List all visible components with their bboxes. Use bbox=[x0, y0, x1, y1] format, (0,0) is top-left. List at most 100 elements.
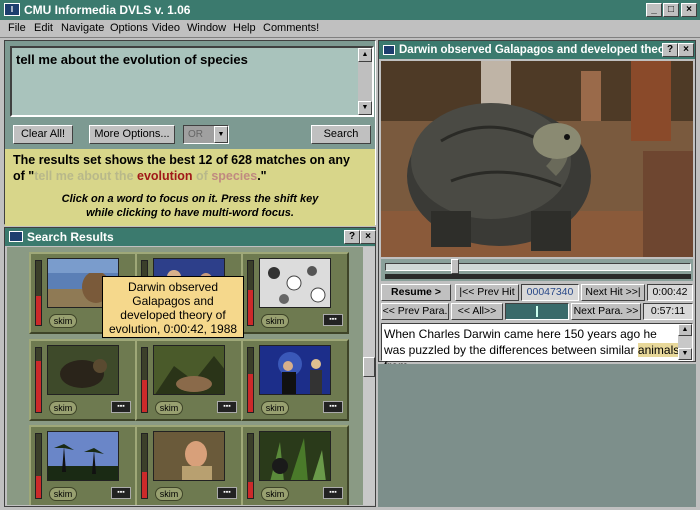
scroll-up-icon[interactable]: ▲ bbox=[358, 48, 372, 62]
playback-controls: Resume > |<< Prev Hit 00047340 Next Hit … bbox=[381, 284, 693, 301]
result-card[interactable]: skim ▪▪▪ bbox=[135, 339, 243, 421]
query-scrollbar[interactable]: ▲ ▼ bbox=[358, 48, 372, 115]
quote-open: of " bbox=[13, 169, 35, 183]
menu-comments[interactable]: Comments! bbox=[263, 22, 319, 34]
menu-window[interactable]: Window bbox=[187, 22, 226, 34]
menu-navigate[interactable]: Navigate bbox=[61, 22, 104, 34]
scroll-down-icon[interactable]: ▼ bbox=[358, 101, 372, 115]
menu-file[interactable]: File bbox=[8, 22, 26, 34]
skim-button[interactable]: skim bbox=[49, 401, 77, 415]
query-text: tell me about the evolution of species bbox=[16, 52, 248, 67]
query-word[interactable]: evolution bbox=[134, 169, 193, 183]
close-icon[interactable]: × bbox=[360, 230, 376, 244]
close-button[interactable]: × bbox=[681, 3, 697, 17]
result-thumbnail[interactable] bbox=[259, 431, 331, 481]
filmstrip-icon[interactable]: ▪▪▪ bbox=[323, 487, 343, 499]
transcript-before: When Charles Darwin came here 150 years … bbox=[384, 327, 657, 357]
skim-button[interactable]: skim bbox=[49, 314, 77, 328]
search-results-title-bar: Search Results ? × bbox=[5, 228, 376, 246]
minimize-button[interactable]: _ bbox=[646, 3, 662, 17]
clear-all-button[interactable]: Clear All! bbox=[13, 125, 73, 144]
prev-para-button[interactable]: << Prev Para. bbox=[381, 303, 449, 320]
transcript-scrollbar[interactable]: ▲ ▼ bbox=[678, 324, 692, 360]
result-card[interactable]: skim ▪▪▪ bbox=[241, 252, 349, 334]
operator-value: OR bbox=[188, 129, 203, 140]
menu-video[interactable]: Video bbox=[152, 22, 180, 34]
result-card[interactable]: skim ▪▪▪ bbox=[135, 425, 243, 505]
query-word[interactable]: of bbox=[193, 169, 208, 183]
result-thumbnail[interactable] bbox=[153, 431, 225, 481]
result-card[interactable]: skim ▪▪▪ bbox=[241, 425, 349, 505]
help-button[interactable]: ? bbox=[344, 230, 360, 244]
skim-button[interactable]: skim bbox=[155, 487, 183, 501]
filmstrip-icon[interactable]: ▪▪▪ bbox=[111, 401, 131, 413]
menu-help[interactable]: Help bbox=[233, 22, 256, 34]
filmstrip-icon[interactable]: ▪▪▪ bbox=[217, 401, 237, 413]
transcript-box[interactable]: When Charles Darwin came here 150 years … bbox=[381, 323, 693, 373]
close-icon[interactable]: × bbox=[678, 43, 694, 57]
search-button[interactable]: Search bbox=[311, 125, 371, 144]
timeline-track[interactable] bbox=[385, 263, 691, 271]
skim-button[interactable]: skim bbox=[261, 401, 289, 415]
video-timeline bbox=[381, 259, 693, 281]
skim-button[interactable]: skim bbox=[155, 401, 183, 415]
relevance-bar bbox=[247, 433, 254, 499]
operator-select[interactable]: OR ▼ bbox=[183, 125, 229, 144]
menu-edit[interactable]: Edit bbox=[34, 22, 53, 34]
scroll-up-icon[interactable]: ▲ bbox=[678, 324, 692, 336]
result-thumbnail[interactable] bbox=[259, 345, 331, 395]
video-frame[interactable] bbox=[381, 61, 693, 257]
hint-line-1: Click on a word to focus on it. Press th… bbox=[61, 193, 319, 205]
next-para-button[interactable]: Next Para. >> bbox=[571, 303, 641, 320]
filmstrip-icon[interactable]: ▪▪▪ bbox=[323, 314, 343, 326]
skim-button[interactable]: skim bbox=[261, 487, 289, 501]
filmstrip-icon[interactable]: ▪▪▪ bbox=[111, 487, 131, 499]
workspace-background bbox=[378, 364, 696, 507]
tooltip-line: Galapagos and bbox=[132, 294, 214, 308]
menu-bar: File Edit Navigate Options Video Window … bbox=[0, 20, 700, 38]
results-scrollbar[interactable] bbox=[363, 247, 375, 505]
prev-hit-button[interactable]: |<< Prev Hit bbox=[455, 284, 519, 301]
resume-button[interactable]: Resume > bbox=[381, 284, 451, 301]
result-thumbnail[interactable] bbox=[259, 258, 331, 308]
video-title: Darwin observed Galapagos and developed … bbox=[399, 44, 679, 56]
results-summary: The results set shows the best 12 of 628… bbox=[13, 153, 350, 167]
menu-options[interactable]: Options bbox=[110, 22, 148, 34]
chevron-down-icon[interactable]: ▼ bbox=[214, 126, 228, 143]
all-button[interactable]: << All>> bbox=[451, 303, 503, 320]
skim-button[interactable]: skim bbox=[261, 314, 289, 328]
help-button[interactable]: ? bbox=[662, 43, 678, 57]
skim-button[interactable]: skim bbox=[49, 487, 77, 501]
relevance-bar bbox=[247, 260, 254, 326]
maximize-button[interactable]: □ bbox=[663, 3, 679, 17]
relevance-bar bbox=[141, 347, 148, 413]
result-card[interactable]: skim ▪▪▪ bbox=[29, 339, 137, 421]
scroll-down-icon[interactable]: ▼ bbox=[678, 348, 692, 360]
result-thumbnail[interactable] bbox=[153, 345, 225, 395]
result-tooltip: Darwin observed Galapagos and developed … bbox=[102, 276, 244, 338]
result-thumbnail[interactable] bbox=[47, 431, 119, 481]
total-time: 0:57:11 bbox=[643, 303, 693, 320]
next-hit-button[interactable]: Next Hit >>| bbox=[581, 284, 645, 301]
filmstrip-icon[interactable]: ▪▪▪ bbox=[323, 401, 343, 413]
relevance-bar bbox=[141, 433, 148, 499]
relevance-bar bbox=[247, 347, 254, 413]
filmstrip-icon[interactable]: ▪▪▪ bbox=[217, 487, 237, 499]
result-card[interactable]: skim ▪▪▪ bbox=[241, 339, 349, 421]
query-word[interactable]: species bbox=[208, 169, 257, 183]
relevance-bar bbox=[35, 433, 42, 499]
query-panel: tell me about the evolution of species ▲… bbox=[4, 40, 376, 226]
query-words: of "tell me about the evolution of speci… bbox=[13, 169, 267, 183]
scrollbar-thumb[interactable] bbox=[363, 357, 375, 377]
segment-indicator bbox=[505, 303, 569, 320]
result-thumbnail[interactable] bbox=[47, 345, 119, 395]
query-word[interactable]: tell me about the bbox=[34, 169, 133, 183]
query-input[interactable]: tell me about the evolution of species ▲… bbox=[10, 46, 374, 117]
more-options-button[interactable]: More Options... bbox=[89, 125, 175, 144]
result-card[interactable]: skim ▪▪▪ bbox=[29, 425, 137, 505]
app-icon[interactable]: I bbox=[4, 3, 20, 16]
video-title-bar: Darwin observed Galapagos and developed … bbox=[379, 41, 695, 59]
transcript-highlight[interactable]: animals bbox=[637, 343, 680, 357]
relevance-bar bbox=[35, 260, 42, 326]
timeline-slider-handle[interactable] bbox=[451, 259, 459, 274]
